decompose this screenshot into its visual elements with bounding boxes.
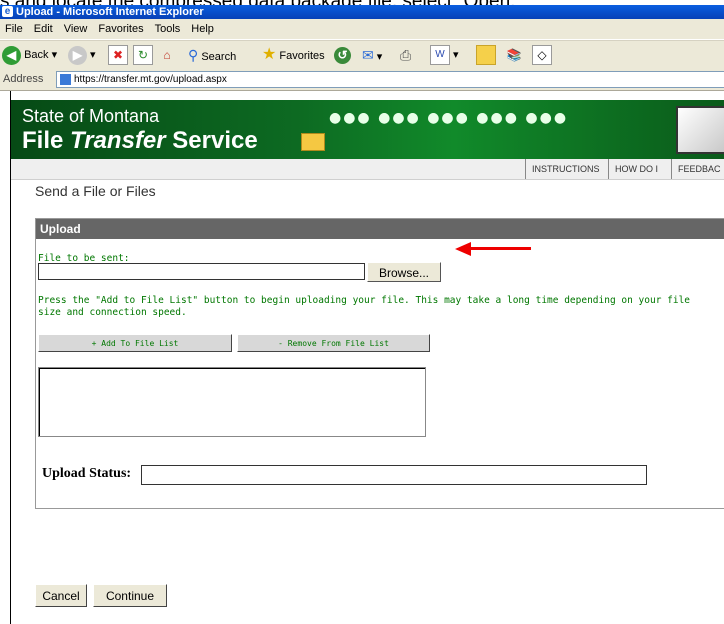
back-button[interactable]: ◀ Back ▾ xyxy=(2,45,57,65)
messenger-button[interactable]: ◇ xyxy=(532,45,552,66)
window-title: Upload - Microsoft Internet Explorer xyxy=(16,6,204,18)
mail-icon: ✉ xyxy=(362,47,374,63)
address-bar: Address https://transfer.mt.gov/upload.a… xyxy=(0,69,724,91)
upload-instruction: Press the "Add to File List" button to b… xyxy=(38,295,691,318)
page-icon xyxy=(60,74,71,85)
monitor-icon xyxy=(676,106,724,154)
folder-icon xyxy=(476,45,496,66)
research-button[interactable]: 📚 xyxy=(505,45,523,65)
books-icon: 📚 xyxy=(506,48,522,63)
stop-icon: ✖ xyxy=(108,45,128,66)
upload-status-field xyxy=(141,465,647,485)
banner-service: File Transfer Service xyxy=(22,127,258,154)
banner-state: State of Montana xyxy=(22,106,160,126)
menu-file[interactable]: File xyxy=(5,23,23,35)
history-icon: ↺ xyxy=(334,46,351,64)
discuss-button[interactable] xyxy=(476,45,496,66)
forward-button[interactable]: ▶ ▾ xyxy=(68,45,96,65)
ie-icon: e xyxy=(2,6,13,17)
window-icon: ◇ xyxy=(532,45,552,66)
menu-favorites[interactable]: Favorites xyxy=(98,23,143,35)
address-label: Address xyxy=(3,73,44,85)
menu-help[interactable]: Help xyxy=(191,23,214,35)
word-icon: W xyxy=(430,45,450,66)
search-icon: ⚲ xyxy=(188,47,199,63)
print-button[interactable]: ⎙ xyxy=(400,45,411,65)
refresh-button[interactable]: ↻ xyxy=(133,45,153,66)
cancel-button[interactable]: Cancel xyxy=(35,584,87,607)
file-list[interactable] xyxy=(38,367,426,437)
favorites-button[interactable]: ★ Favorites xyxy=(262,45,325,65)
back-arrow-icon: ◀ xyxy=(2,45,21,65)
add-to-file-list-button[interactable]: + Add To File List xyxy=(38,334,232,352)
refresh-icon: ↻ xyxy=(133,45,153,66)
star-icon: ★ xyxy=(262,46,277,63)
upload-panel-header: Upload xyxy=(36,219,724,239)
home-icon: ⌂ xyxy=(163,48,171,63)
red-arrow-icon xyxy=(455,242,531,256)
site-banner: State of Montana File Transfer Service ●… xyxy=(11,100,724,159)
nav-instructions[interactable]: INSTRUCTIONS xyxy=(525,159,608,179)
top-nav: INSTRUCTIONS HOW DO I FEEDBAC xyxy=(11,159,724,180)
upload-status-label: Upload Status: xyxy=(42,466,132,481)
home-button[interactable]: ⌂ xyxy=(158,45,176,65)
remove-from-file-list-button[interactable]: - Remove From File List xyxy=(237,334,430,352)
browse-button[interactable]: Browse... xyxy=(367,262,441,282)
search-button[interactable]: ⚲ Search xyxy=(188,45,236,65)
history-button[interactable]: ↺ xyxy=(334,45,351,65)
address-input[interactable]: https://transfer.mt.gov/upload.aspx xyxy=(56,71,724,88)
window-titlebar: e Upload - Microsoft Internet Explorer xyxy=(0,5,724,19)
nav-how-do-i[interactable]: HOW DO I xyxy=(608,159,671,179)
page-title: Send a File or Files xyxy=(35,183,156,199)
forward-arrow-icon: ▶ xyxy=(68,45,87,65)
file-path-input[interactable] xyxy=(38,263,365,280)
menu-view[interactable]: View xyxy=(64,23,88,35)
stop-button[interactable]: ✖ xyxy=(108,45,128,66)
mail-button[interactable]: ✉ ▾ xyxy=(362,45,382,65)
transfer-dots-icon: ●●● ●●● ●●● ●●● ●●● xyxy=(329,110,569,126)
page-content: State of Montana File Transfer Service ●… xyxy=(10,91,724,624)
continue-button[interactable]: Continue xyxy=(93,584,167,607)
menu-edit[interactable]: Edit xyxy=(34,23,53,35)
menu-bar: File Edit View Favorites Tools Help xyxy=(0,19,724,40)
address-url: https://transfer.mt.gov/upload.aspx xyxy=(74,74,227,85)
folder-icon xyxy=(301,133,325,151)
nav-feedback[interactable]: FEEDBAC xyxy=(671,159,724,179)
standard-toolbar: ◀ Back ▾ ▶ ▾ ✖ ↻ ⌂ ⚲ Search ★ Favorites … xyxy=(0,40,724,70)
edit-button[interactable]: W ▾ xyxy=(430,45,459,66)
menu-tools[interactable]: Tools xyxy=(155,23,181,35)
print-icon: ⎙ xyxy=(400,47,412,63)
